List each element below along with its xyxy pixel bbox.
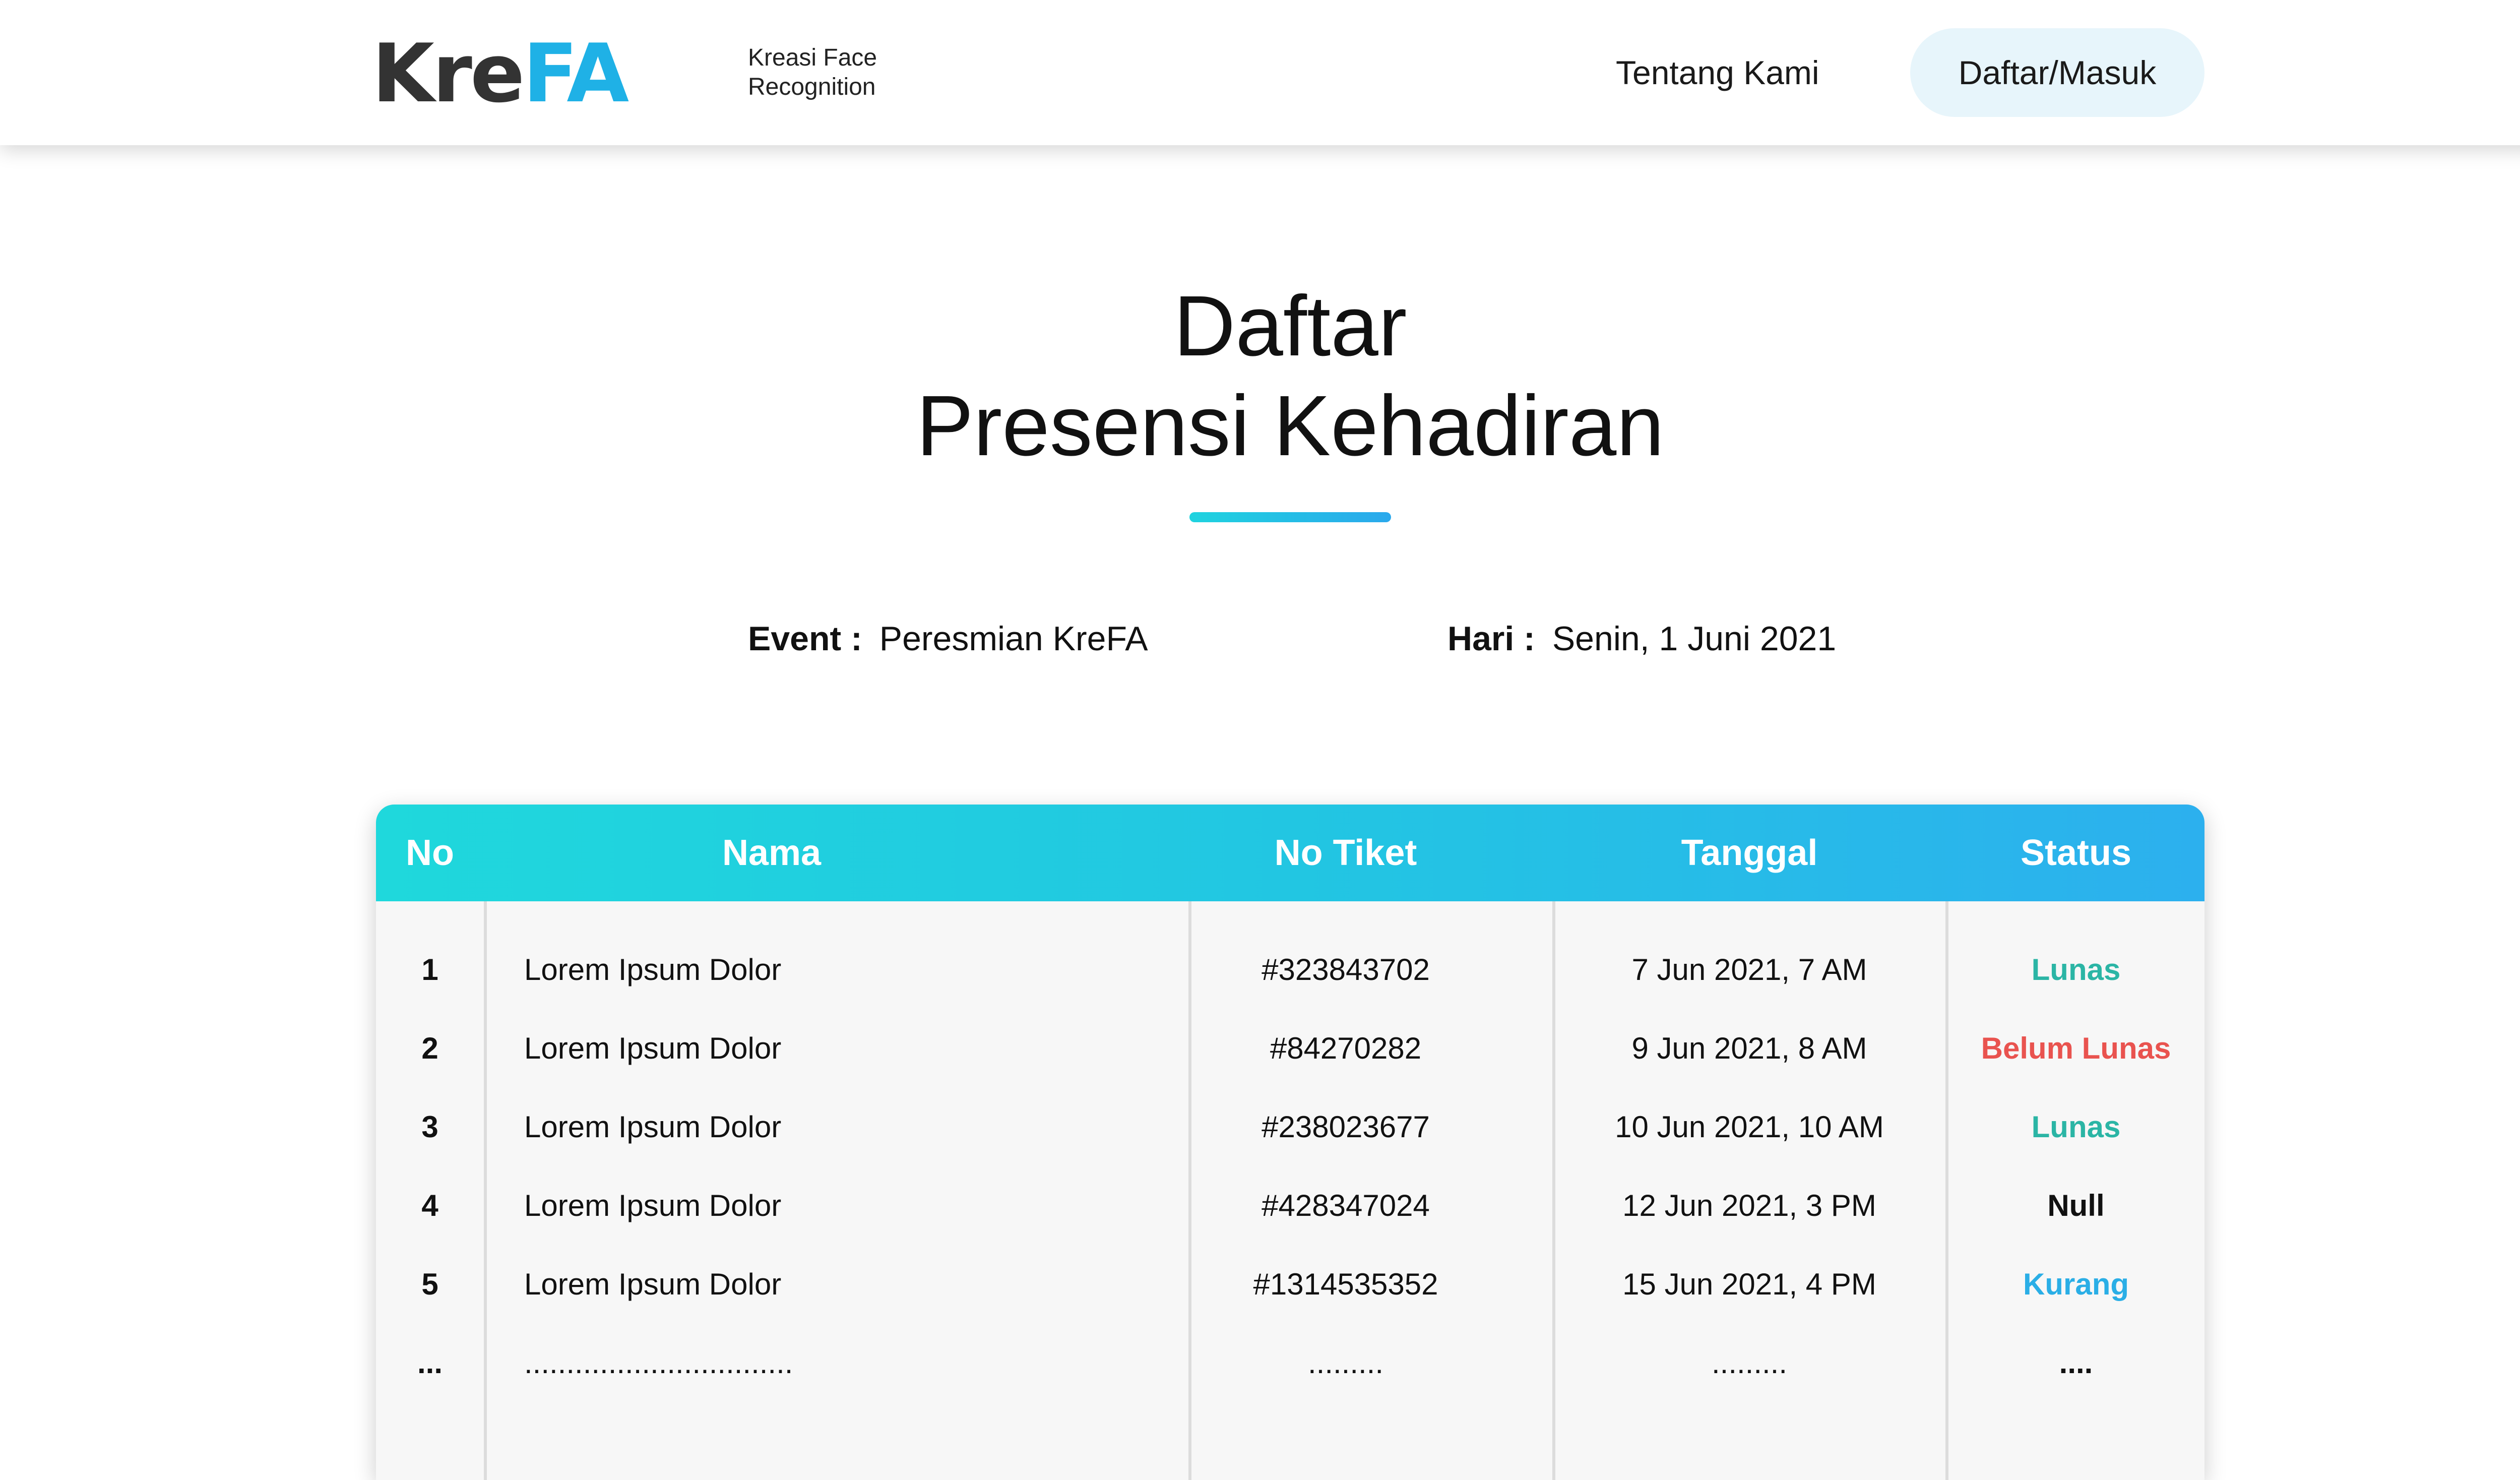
row-status: Kurang <box>2023 1267 2129 1301</box>
row-name: Lorem Ipsum Dolor <box>524 1110 782 1144</box>
krefa-logo[interactable]: KreFA <box>372 26 629 120</box>
table-row[interactable]: 4 Lorem Ipsum Dolor #428347024 12 Jun 20… <box>376 1166 2204 1245</box>
row-date: 7 Jun 2021, 7 AM <box>1631 953 1867 986</box>
table-row-placeholder: ... ................................ ...… <box>376 1324 2204 1402</box>
navbar: KreFA Kreasi Face Recognition Tentang Ka… <box>0 0 2520 145</box>
row-ticket: #428347024 <box>1262 1189 1430 1222</box>
row-status: Belum Lunas <box>1981 1031 2171 1065</box>
tagline-line-2: Recognition <box>748 74 876 100</box>
row-date: 9 Jun 2021, 8 AM <box>1631 1031 1867 1065</box>
row-ticket: #84270282 <box>1270 1031 1422 1065</box>
table-row[interactable]: 1 Lorem Ipsum Dolor #323843702 7 Jun 202… <box>376 931 2204 1009</box>
tagline-line-1: Kreasi Face <box>748 44 877 71</box>
logo-text-fa: FA <box>523 26 629 120</box>
table-header: No Nama No Tiket Tanggal Status <box>376 805 2204 901</box>
row-no: 2 <box>421 1031 438 1065</box>
row-ticket: #1314535352 <box>1253 1267 1438 1301</box>
row-no: 4 <box>421 1189 438 1222</box>
row-name: Lorem Ipsum Dolor <box>524 1267 782 1301</box>
event-label: Event : <box>748 620 862 658</box>
page-title-line-2: Presensi Kehadiran <box>916 378 1664 474</box>
event-value: Peresmian KreFA <box>879 620 1148 658</box>
row-no: 1 <box>421 953 438 986</box>
row-no: ... <box>417 1346 443 1380</box>
row-status: Lunas <box>2031 1110 2121 1144</box>
row-ticket: #323843702 <box>1262 953 1430 986</box>
nav-link-about[interactable]: Tentang Kami <box>1616 52 1819 93</box>
register-login-button[interactable]: Daftar/Masuk <box>1910 28 2204 117</box>
row-date: 10 Jun 2021, 10 AM <box>1615 1110 1884 1144</box>
row-no: 5 <box>421 1267 438 1301</box>
row-status: Lunas <box>2031 953 2121 986</box>
row-date: 15 Jun 2021, 4 PM <box>1622 1267 1876 1301</box>
brand-tagline: Kreasi Face Recognition <box>748 43 877 102</box>
day-label: Hari : <box>1447 620 1535 658</box>
title-underline <box>1189 512 1391 522</box>
row-ticket: ......... <box>1307 1346 1384 1380</box>
row-name: Lorem Ipsum Dolor <box>524 1031 782 1065</box>
header-date: Tanggal <box>1681 833 1818 873</box>
header-status: Status <box>2020 833 2132 873</box>
page-title: Daftar Presensi Kehadiran <box>0 276 2520 476</box>
table-row[interactable]: 2 Lorem Ipsum Dolor #84270282 9 Jun 2021… <box>376 1009 2204 1088</box>
table-row[interactable]: 5 Lorem Ipsum Dolor #1314535352 15 Jun 2… <box>376 1245 2204 1324</box>
attendance-table: No Nama No Tiket Tanggal Status 1 Lorem … <box>376 805 2204 1480</box>
row-date: ......... <box>1711 1346 1788 1380</box>
row-no: 3 <box>421 1110 438 1144</box>
header-no: No <box>406 833 454 873</box>
row-name: Lorem Ipsum Dolor <box>524 953 782 986</box>
row-ticket: #238023677 <box>1262 1110 1430 1144</box>
header-ticket: No Tiket <box>1274 833 1417 873</box>
page-title-line-1: Daftar <box>1173 278 1407 374</box>
row-status: .... <box>2059 1346 2093 1380</box>
day-value: Senin, 1 Juni 2021 <box>1552 620 1837 658</box>
row-date: 12 Jun 2021, 3 PM <box>1622 1189 1876 1222</box>
table-row[interactable]: 3 Lorem Ipsum Dolor #238023677 10 Jun 20… <box>376 1088 2204 1166</box>
row-name: Lorem Ipsum Dolor <box>524 1189 782 1222</box>
logo-text-kre: Kre <box>372 26 525 120</box>
row-name: ................................ <box>524 1346 793 1380</box>
event-info: Event : Peresmian KreFA <box>748 616 1148 661</box>
day-info: Hari : Senin, 1 Juni 2021 <box>1447 616 1836 661</box>
row-status: Null <box>2047 1189 2105 1222</box>
header-name: Nama <box>722 833 822 873</box>
